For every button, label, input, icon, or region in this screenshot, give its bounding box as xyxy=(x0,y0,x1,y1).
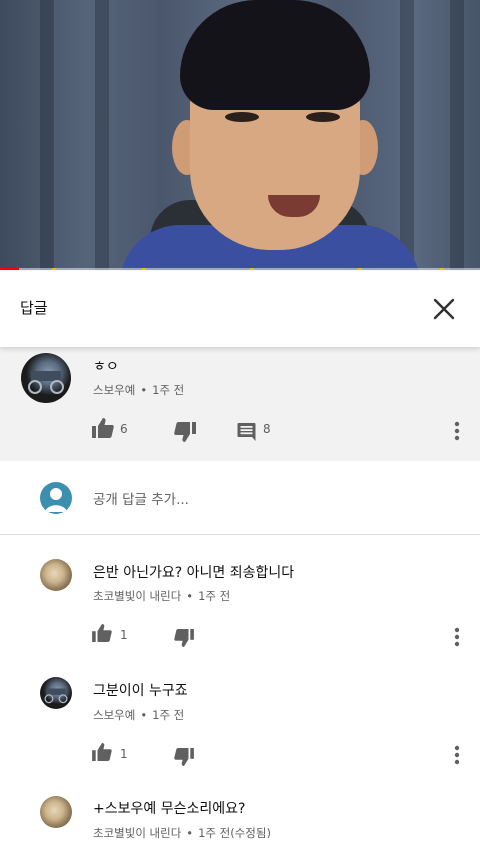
reply-time: 1주 전 xyxy=(152,708,185,722)
reply-text: 은반 아닌가요? 아니면 죄송합니다 xyxy=(93,565,295,581)
dislike-icon[interactable] xyxy=(174,422,196,442)
curtain-fold xyxy=(450,0,464,270)
more-options-icon[interactable] xyxy=(453,745,461,765)
like-icon[interactable] xyxy=(92,743,112,761)
reply-time: 1주 전 xyxy=(198,589,231,603)
more-options-icon[interactable] xyxy=(453,421,461,441)
curtain-fold xyxy=(400,0,414,270)
video-player[interactable] xyxy=(0,0,480,270)
curtain-fold xyxy=(40,0,54,270)
like-icon[interactable] xyxy=(92,624,112,642)
separator-dot: • xyxy=(140,383,148,397)
comment-text: ㅎㅇ xyxy=(93,359,119,375)
parent-comment: ㅎㅇ 스보우예 • 1주 전 6 8 xyxy=(0,347,480,461)
avatar[interactable] xyxy=(40,796,72,828)
like-icon[interactable] xyxy=(92,418,114,438)
reply-author[interactable]: 초코별빛이 내린다 xyxy=(93,589,181,603)
like-count: 1 xyxy=(120,747,128,761)
avatar[interactable] xyxy=(40,677,72,709)
separator-dot: • xyxy=(186,826,194,840)
current-user-avatar xyxy=(40,482,72,514)
like-count: 1 xyxy=(120,628,128,642)
replies-header: 답글 xyxy=(0,271,480,347)
ad-marker xyxy=(440,268,444,270)
video-hair xyxy=(180,0,370,110)
separator-dot: • xyxy=(140,708,148,722)
reply-icon[interactable] xyxy=(237,422,256,441)
avatar[interactable] xyxy=(21,353,71,403)
video-progress-bar[interactable] xyxy=(0,268,480,270)
close-button[interactable] xyxy=(430,295,458,323)
reply-count: 8 xyxy=(263,422,271,436)
reply-meta: 초코별빛이 내린다 • 1주 전 xyxy=(93,588,230,604)
video-eye xyxy=(225,112,259,122)
dislike-icon[interactable] xyxy=(174,629,194,647)
add-reply-row[interactable]: 공개 답글 추가... xyxy=(0,461,480,535)
comment-time: 1주 전 xyxy=(152,383,185,397)
comment-meta: 스보우예 • 1주 전 xyxy=(93,382,184,398)
reply-author[interactable]: 스보우예 xyxy=(93,708,135,722)
video-progress-fill xyxy=(0,268,20,270)
more-options-icon[interactable] xyxy=(453,627,461,647)
close-icon xyxy=(433,298,455,320)
ad-marker xyxy=(250,268,254,270)
like-count: 6 xyxy=(120,422,128,436)
comment-author[interactable]: 스보우예 xyxy=(93,383,135,397)
avatar[interactable] xyxy=(40,559,72,591)
curtain-fold xyxy=(95,0,109,270)
reply-time: 1주 전(수정됨) xyxy=(198,826,271,840)
reply-meta: 스보우예 • 1주 전 xyxy=(93,707,184,723)
panel-title: 답글 xyxy=(20,299,48,317)
dislike-icon[interactable] xyxy=(174,748,194,766)
user-icon xyxy=(45,488,67,512)
separator-dot: • xyxy=(186,589,194,603)
reply-meta: 초코별빛이 내린다 • 1주 전(수정됨) xyxy=(93,825,271,841)
reply-text: +스보우예 무슨소리에요? xyxy=(93,801,246,817)
ad-marker xyxy=(142,268,146,270)
video-eye xyxy=(306,112,340,122)
ad-marker xyxy=(358,268,362,270)
reply-author[interactable]: 초코별빛이 내린다 xyxy=(93,826,181,840)
add-reply-input[interactable]: 공개 답글 추가... xyxy=(93,488,189,508)
ad-marker xyxy=(52,268,56,270)
reply-text: 그분이이 누구죠 xyxy=(93,683,188,699)
